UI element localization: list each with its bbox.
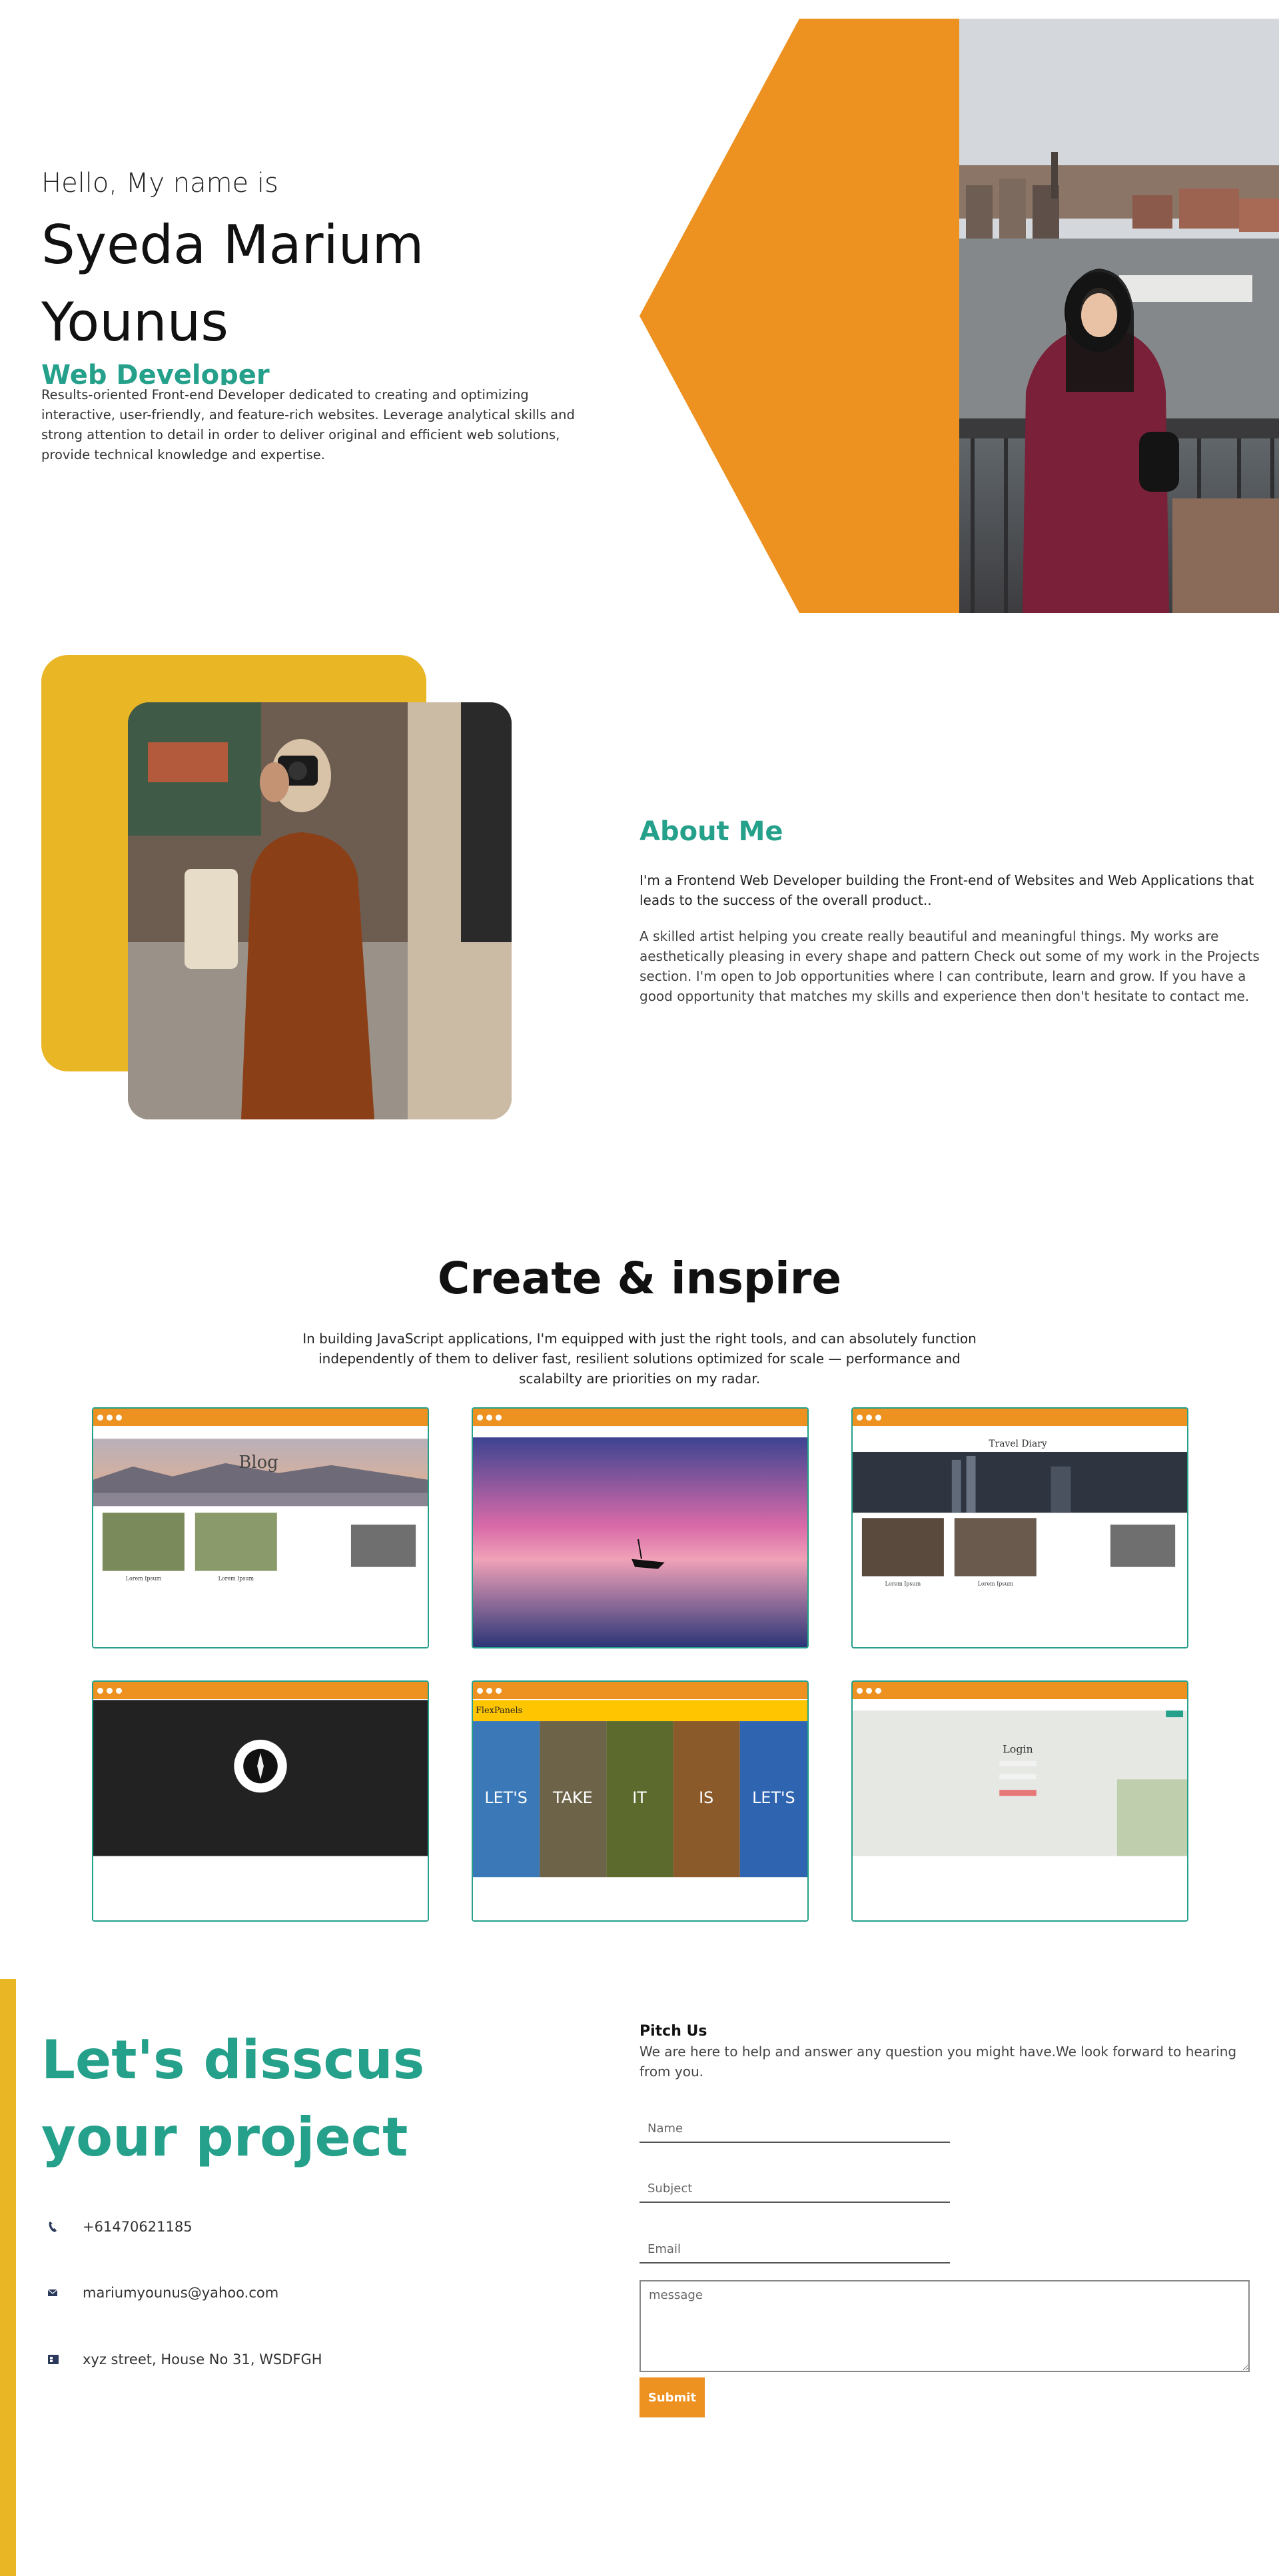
project-card-sunset[interactable] [472,1407,809,1648]
about-photo-illustration [128,702,512,1119]
address-card-icon [41,2349,68,2369]
name-input[interactable] [640,2115,950,2143]
phone-icon [41,2217,68,2237]
window-dot-icon [857,1688,863,1694]
card-item-label: Lorem Ipsum [218,1575,254,1581]
card-heading: FlexPanels [476,1706,522,1716]
project-screenshot: Travel Diary Lorem Ipsum Lorem Ipsum [853,1427,1187,1647]
submit-button[interactable]: Submit [640,2377,705,2417]
flex-panel-label: LET'S [484,1788,527,1807]
window-dot-icon [477,1415,483,1421]
window-dot-icon [866,1415,872,1421]
card-blog-word: Blog [238,1453,278,1473]
contact-address-row: xyz street, House No 31, WSDFGH [41,2349,322,2369]
card-browser-bar [473,1682,807,1699]
project-screenshot: Blog Lorem Ipsum Lorem Ipsum [93,1427,428,1647]
hero-description: Results-oriented Front-end Developer ded… [41,387,575,462]
hero-profile-photo [959,19,1279,613]
card-browser-bar [93,1682,428,1699]
project-card-travel-diary[interactable]: Travel Diary Lorem Ipsum Lorem Ipsum [851,1407,1188,1648]
card-item-label: Lorem Ipsum [978,1581,1014,1587]
window-dot-icon [496,1688,502,1694]
subject-input[interactable] [640,2175,950,2203]
email-input[interactable] [640,2236,950,2263]
hero-role: Web Developer [41,360,270,385]
card-item-label: Lorem Ipsum [126,1575,162,1581]
window-dot-icon [496,1415,502,1421]
flex-panel-label: IT [632,1788,647,1807]
projects-subtitle: In building JavaScript applications, I'm… [302,1331,977,1387]
card-browser-bar [853,1682,1187,1699]
message-textarea[interactable] [640,2280,1250,2372]
about-title: About Me [640,816,783,847]
window-dot-icon [486,1415,492,1421]
hero-greeting: Hello, My name is [41,168,278,199]
project-screenshot: FlexPanels LET'S TAKE IT IS LET'S [473,1700,807,1920]
project-screenshot [93,1700,428,1920]
window-dot-icon [486,1688,492,1694]
contact-phone: +61470621185 [83,2219,193,2235]
projects-title: Create & inspire [437,1253,842,1304]
contact-email-row: mariumyounus@yahoo.com [41,2283,278,2303]
window-dot-icon [97,1688,103,1694]
flex-panel-label: TAKE [552,1788,593,1807]
card-browser-bar [473,1409,807,1426]
project-card-clock[interactable] [92,1680,429,1922]
window-dot-icon [866,1688,872,1694]
card-browser-bar [853,1409,1187,1426]
window-dot-icon [477,1688,483,1694]
card-item-label: Lorem Ipsum [885,1581,921,1587]
window-dot-icon [875,1688,881,1694]
window-dot-icon [875,1415,881,1421]
card-heading: Travel Diary [989,1439,1047,1449]
flex-panel-label: IS [699,1788,713,1807]
window-dot-icon [116,1415,122,1421]
pitch-title: Pitch Us [640,2023,707,2040]
profile-photo-illustration [959,19,1279,613]
window-dot-icon [116,1688,122,1694]
about-paragraph-1: I'm a Frontend Web Developer building th… [640,872,1254,908]
hero-name: Syeda Marium Younus [41,214,424,353]
project-card-blog[interactable]: Blog Lorem Ipsum Lorem Ipsum [92,1407,429,1648]
about-paragraph-2: A skilled artist helping you create real… [640,928,1260,1004]
pitch-description: We are here to help and answer any quest… [640,2044,1237,2080]
hero-orange-arrow-shape [640,19,959,613]
window-dot-icon [107,1688,113,1694]
project-card-login[interactable]: Login [851,1680,1188,1922]
card-heading: Login [1003,1743,1033,1756]
contact-phone-row: +61470621185 [41,2217,193,2237]
contact-email[interactable]: mariumyounus@yahoo.com [83,2285,278,2301]
flex-panel-label: LET'S [752,1788,795,1807]
project-screenshot [473,1427,807,1647]
contact-title: Let's disscus your project [41,2029,425,2168]
contact-yellow-stripe [0,1979,16,2576]
about-photo [128,702,512,1119]
window-dot-icon [857,1415,863,1421]
card-browser-bar [93,1409,428,1426]
window-dot-icon [97,1415,103,1421]
contact-address: xyz street, House No 31, WSDFGH [83,2351,322,2367]
mail-icon [41,2283,68,2303]
project-screenshot: Login [853,1700,1187,1920]
project-card-flexpanels[interactable]: FlexPanels LET'S TAKE IT IS LET'S [472,1680,809,1922]
window-dot-icon [107,1415,113,1421]
